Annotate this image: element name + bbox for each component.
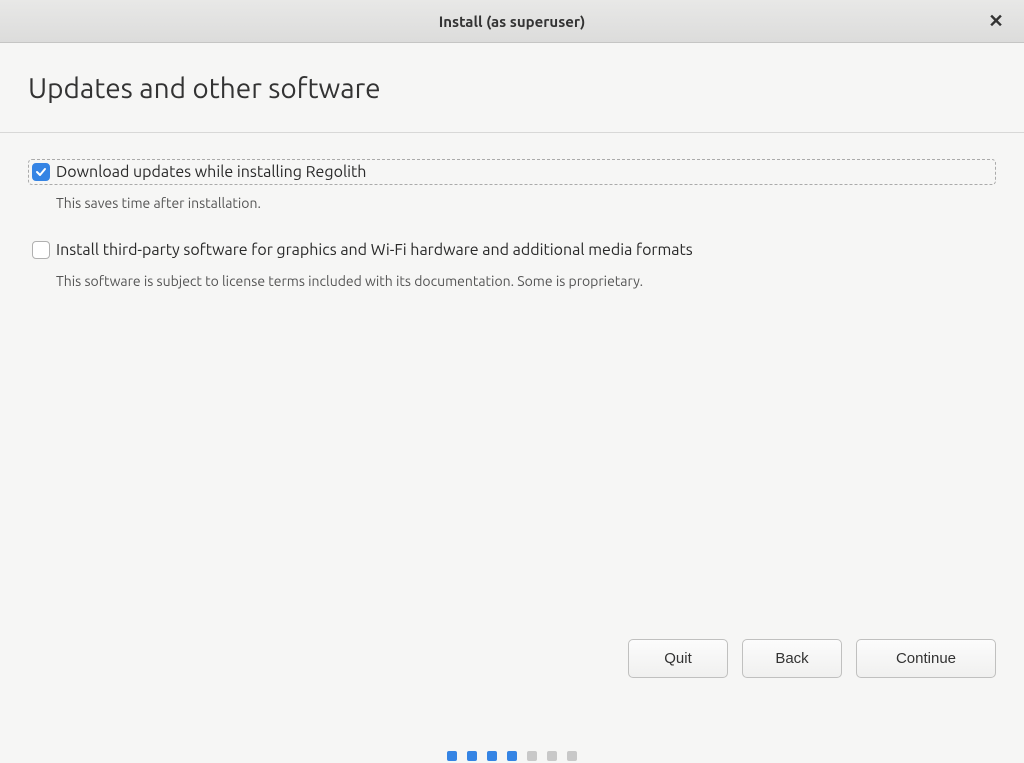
option-third-party: Install third-party software for graphic…	[28, 237, 996, 289]
progress-dot	[487, 751, 497, 761]
progress-dot	[567, 751, 577, 761]
progress-dot	[547, 751, 557, 761]
header: Updates and other software	[0, 43, 1024, 133]
checkmark-icon	[35, 166, 47, 178]
option-desc-download-updates: This saves time after installation.	[56, 195, 996, 211]
option-desc-third-party: This software is subject to license term…	[56, 273, 996, 289]
checkbox-download-updates[interactable]	[32, 163, 50, 181]
page-title: Updates and other software	[28, 73, 996, 104]
progress-dot	[447, 751, 457, 761]
option-label-download-updates: Download updates while installing Regoli…	[56, 163, 366, 181]
option-row-download-updates[interactable]: Download updates while installing Regoli…	[28, 159, 996, 185]
progress-dot	[507, 751, 517, 761]
window-title: Install (as superuser)	[439, 13, 586, 30]
option-label-third-party: Install third-party software for graphic…	[56, 241, 693, 259]
progress-dot	[467, 751, 477, 761]
progress-dot	[527, 751, 537, 761]
continue-button[interactable]: Continue	[856, 639, 996, 678]
button-bar: Quit Back Continue	[628, 639, 996, 678]
close-icon[interactable]: ✕	[986, 11, 1006, 31]
checkbox-third-party[interactable]	[32, 241, 50, 259]
progress-dots	[447, 751, 577, 763]
quit-button[interactable]: Quit	[628, 639, 728, 678]
titlebar: Install (as superuser) ✕	[0, 0, 1024, 43]
content: Download updates while installing Regoli…	[0, 133, 1024, 341]
option-row-third-party[interactable]: Install third-party software for graphic…	[28, 237, 996, 263]
option-download-updates: Download updates while installing Regoli…	[28, 159, 996, 211]
back-button[interactable]: Back	[742, 639, 842, 678]
